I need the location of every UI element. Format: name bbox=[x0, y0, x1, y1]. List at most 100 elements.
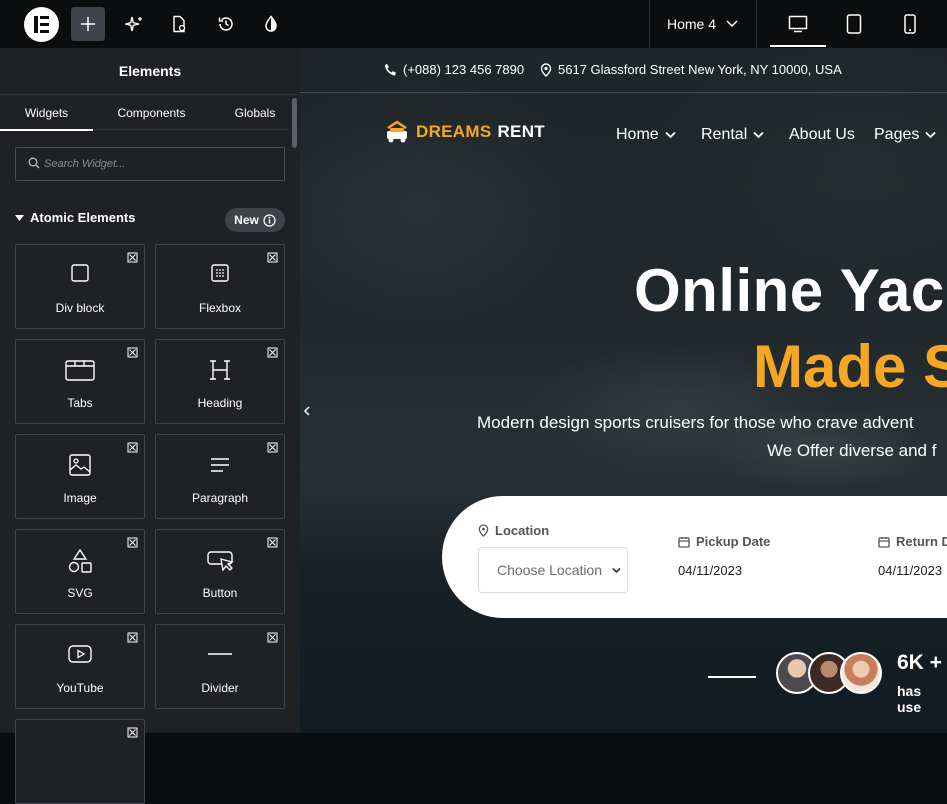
editor-topbar: Home 4 bbox=[0, 0, 947, 48]
preview-canvas: (+088) 123 456 7890 5617 Glassford Stree… bbox=[300, 48, 947, 733]
widget-label: Heading bbox=[197, 396, 243, 410]
nav-item-rental[interactable]: Rental bbox=[701, 126, 764, 144]
location-select-value: Choose Location bbox=[497, 562, 603, 578]
nav-label: Pages bbox=[874, 126, 920, 143]
chevron-down-icon bbox=[665, 131, 676, 139]
address-info[interactable]: 5617 Glassford Street New York, NY 10000… bbox=[540, 62, 842, 77]
map-pin-icon bbox=[478, 524, 489, 537]
user-count: 6K + bbox=[897, 651, 942, 674]
atomic-elements-section-toggle[interactable]: Atomic Elements bbox=[15, 210, 135, 225]
widget-heading[interactable]: Heading bbox=[155, 339, 285, 424]
page-settings-icon bbox=[173, 15, 186, 33]
page-settings-button[interactable] bbox=[162, 7, 196, 41]
avatar bbox=[840, 652, 882, 694]
widget-label: Flexbox bbox=[198, 301, 242, 315]
car-logo-icon bbox=[387, 120, 407, 143]
return-date-input[interactable]: 04/11/2023 bbox=[878, 563, 942, 578]
caret-down-icon bbox=[15, 214, 24, 221]
booking-form: Location Choose Location Pickup Date 04/… bbox=[442, 496, 947, 618]
site-logo[interactable]: DREAMS RENT bbox=[384, 120, 545, 144]
widget-youtube[interactable]: YouTube bbox=[15, 624, 145, 709]
widget-label: Image bbox=[63, 491, 97, 505]
widget-button[interactable]: Button bbox=[155, 529, 285, 614]
svg-shapes-icon bbox=[68, 548, 92, 573]
widget-search bbox=[15, 147, 285, 181]
pickup-date-input[interactable]: 04/11/2023 bbox=[678, 563, 742, 578]
widget-label: SVG bbox=[67, 586, 93, 600]
chevron-down-icon bbox=[753, 131, 764, 139]
widget-divider[interactable]: Divider bbox=[155, 624, 285, 709]
nav-label: Rental bbox=[701, 126, 748, 143]
history-icon bbox=[218, 17, 233, 31]
widget-paragraph[interactable]: Paragraph bbox=[155, 434, 285, 519]
div-block-icon bbox=[71, 264, 89, 282]
panel-tabs: Widgets Components Globals bbox=[0, 95, 290, 131]
search-icon bbox=[28, 157, 40, 169]
widget-label: Paragraph bbox=[191, 491, 249, 505]
pickup-date-label: Pickup Date bbox=[678, 534, 770, 549]
ai-sparkle-button[interactable] bbox=[117, 7, 151, 41]
tablet-view-button[interactable] bbox=[826, 0, 882, 48]
search-input[interactable] bbox=[44, 149, 279, 179]
page-selector[interactable]: Home 4 bbox=[649, 0, 757, 48]
flexbox-icon bbox=[211, 264, 229, 282]
button-icon bbox=[207, 551, 234, 572]
widget-flexbox[interactable]: Flexbox bbox=[155, 244, 285, 329]
tab-widgets[interactable]: Widgets bbox=[0, 95, 93, 131]
heading-icon bbox=[210, 360, 230, 380]
youtube-icon bbox=[68, 645, 92, 663]
pro-grid-icon bbox=[127, 725, 138, 743]
widget-div-block[interactable]: Div block bbox=[15, 244, 145, 329]
location-select[interactable]: Choose Location bbox=[478, 547, 628, 593]
section-title: Atomic Elements bbox=[30, 210, 136, 225]
tabs-icon bbox=[65, 360, 95, 381]
chevron-left-icon bbox=[303, 406, 310, 416]
widget-svg[interactable]: SVG bbox=[15, 529, 145, 614]
contrast-drop-icon bbox=[265, 15, 277, 32]
widget-tabs[interactable]: Tabs bbox=[15, 339, 145, 424]
nav-item-pages[interactable]: Pages bbox=[874, 126, 937, 144]
tab-components[interactable]: Components bbox=[93, 95, 210, 130]
add-element-button[interactable] bbox=[71, 7, 105, 41]
plus-icon bbox=[81, 17, 95, 31]
address-text: 5617 Glassford Street New York, NY 10000… bbox=[558, 62, 842, 77]
tab-globals[interactable]: Globals bbox=[210, 95, 300, 130]
panel-title: Elements bbox=[0, 48, 300, 95]
calendar-icon bbox=[878, 536, 890, 548]
info-icon bbox=[263, 213, 276, 227]
image-icon bbox=[69, 454, 91, 476]
location-label: Location bbox=[478, 523, 549, 538]
widget-label: Tabs bbox=[67, 396, 93, 410]
brand-name-part2: RENT bbox=[497, 122, 545, 141]
desktop-icon bbox=[788, 15, 808, 33]
decorative-line bbox=[708, 676, 756, 678]
map-pin-icon bbox=[540, 62, 552, 77]
nav-item-home[interactable]: Home bbox=[616, 126, 676, 144]
widget-next[interactable] bbox=[15, 719, 145, 804]
nav-label: Home bbox=[616, 126, 659, 143]
paragraph-icon bbox=[211, 458, 229, 472]
tablet-icon bbox=[846, 14, 862, 34]
hero-title-line2: Made S bbox=[753, 333, 947, 400]
theme-style-button[interactable] bbox=[254, 7, 288, 41]
new-badge-label: New bbox=[234, 213, 259, 227]
panel-scrollbar[interactable] bbox=[292, 98, 297, 148]
new-badge[interactable]: New bbox=[225, 208, 285, 232]
collapse-panel-button[interactable] bbox=[300, 398, 314, 424]
site-info-bar: (+088) 123 456 7890 5617 Glassford Stree… bbox=[300, 48, 947, 93]
hero-title-line1: Online Yach bbox=[634, 257, 947, 324]
history-button[interactable] bbox=[209, 7, 243, 41]
return-date-label: Return D bbox=[878, 534, 947, 549]
desktop-view-button[interactable] bbox=[770, 0, 826, 48]
nav-label: About Us bbox=[789, 126, 855, 143]
elementor-logo-icon[interactable] bbox=[24, 7, 59, 42]
widget-image[interactable]: Image bbox=[15, 434, 145, 519]
chevron-down-icon bbox=[726, 20, 738, 28]
phone-info[interactable]: (+088) 123 456 7890 bbox=[384, 62, 524, 77]
chevron-down-icon bbox=[925, 131, 937, 139]
mobile-icon bbox=[904, 14, 916, 34]
phone-icon bbox=[385, 64, 396, 76]
mobile-view-button[interactable] bbox=[882, 0, 938, 48]
widget-label: Button bbox=[202, 586, 238, 600]
nav-item-about[interactable]: About Us bbox=[789, 126, 855, 144]
